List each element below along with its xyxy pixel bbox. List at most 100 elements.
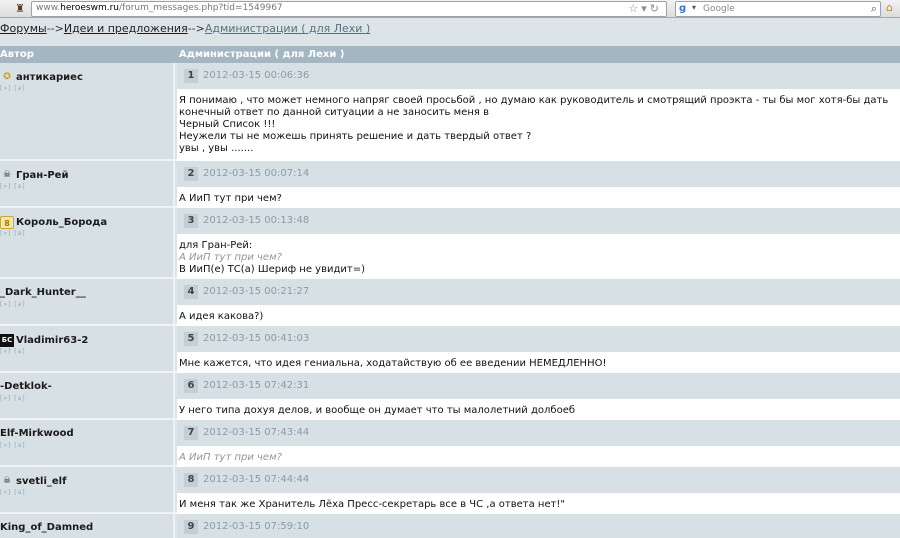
author-name[interactable]: ☠ Гран-Рей [0, 169, 69, 182]
post-author: Elf-Mirkwood [»] [a] [0, 420, 175, 465]
post-content: 4 2012-03-15 00:21:27 А идея какова?) [177, 279, 900, 327]
quote-text: А ИиП тут при чем? [179, 252, 282, 263]
post-header: 1 2012-03-15 00:06:36 [177, 63, 900, 89]
post-row: ✪ антикариес [»] [a] 1 2012-03-15 00:06:3… [0, 63, 900, 161]
post-header: 5 2012-03-15 00:41:03 [177, 326, 900, 352]
post-body: Я понимаю , что может немного напряг сво… [177, 89, 900, 161]
breadcrumb: Форумы-->Идеи и предложения-->Администра… [0, 22, 371, 35]
author-links[interactable]: [»] [a] [0, 230, 26, 237]
author-name[interactable]: -Detklok- [0, 381, 52, 392]
author-links[interactable]: [»] [a] [0, 442, 26, 449]
clan-badge-icon: БС [0, 334, 14, 347]
author-name[interactable]: King_of_Damned [0, 522, 93, 533]
clan-badge-icon: ✪ [3, 72, 11, 82]
breadcrumb-ideas[interactable]: Идеи и предложения [64, 22, 188, 35]
post-header: 2 2012-03-15 00:07:14 [177, 161, 900, 187]
post-date: 2012-03-15 00:21:27 [203, 286, 310, 297]
post-date: 2012-03-15 00:41:03 [203, 333, 310, 344]
author-name[interactable]: _Dark_Hunter__ [0, 287, 86, 298]
post-header: 9 2012-03-15 07:59:10 [177, 514, 900, 538]
column-topic: Администрации ( для Лехи ) [179, 49, 345, 60]
post-row: _Dark_Hunter__ [»] [a] 4 2012-03-15 00:2… [0, 279, 900, 327]
address-bar[interactable]: www.heroeswm.ru/forum_messages.php?tid=1… [31, 1, 667, 17]
post-number[interactable]: 1 [184, 69, 198, 83]
post-header: 8 2012-03-15 07:44:44 [177, 467, 900, 493]
author-links[interactable]: [»] [a] [0, 489, 26, 496]
home-icon[interactable]: ⌂ [886, 1, 893, 14]
post-date: 2012-03-15 00:13:48 [203, 215, 310, 226]
reload-icon[interactable]: ↻ [650, 2, 662, 15]
post-content: 8 2012-03-15 07:44:44 И меня так же Хран… [177, 467, 900, 515]
post-row: ☠ svetli_elf [»] [a] 8 2012-03-15 07:44:4… [0, 467, 900, 515]
post-date: 2012-03-15 00:06:36 [203, 70, 310, 81]
author-name[interactable]: ☠ svetli_elf [0, 475, 67, 488]
breadcrumb-topic[interactable]: Администрации ( для Лехи ) [205, 22, 370, 35]
search-input[interactable]: Google [703, 4, 735, 14]
post-content: 6 2012-03-15 07:42:31 У него типа дохуя … [177, 373, 900, 421]
search-bar[interactable]: g ▾ Google ⌕ [675, 1, 881, 17]
column-author: Автор [0, 49, 34, 60]
post-date: 2012-03-15 00:07:14 [203, 168, 310, 179]
post-number[interactable]: 3 [184, 214, 198, 228]
post-author: ☠ Гран-Рей [»] [a] [0, 161, 175, 206]
author-links[interactable]: [»] [a] [0, 348, 26, 355]
post-header: 7 2012-03-15 07:43:44 [177, 420, 900, 446]
post-date: 2012-03-15 07:42:31 [203, 380, 310, 391]
post-body: А идея какова?) [177, 305, 900, 327]
post-body: И меня так же Хранитель Лёха Пресс-секре… [177, 493, 900, 515]
clan-badge-icon: 8 [0, 216, 14, 229]
post-author: -Detklok- [»] [a] [0, 373, 175, 418]
author-links[interactable]: [»] [a] [0, 183, 26, 190]
post-date: 2012-03-15 07:44:44 [203, 474, 310, 485]
post-row: БС Vladimir63-2 [»] [a] 5 2012-03-15 00:4… [0, 326, 900, 374]
engine-dropdown-icon[interactable]: ▾ [692, 3, 696, 12]
post-content: 9 2012-03-15 07:59:10 [177, 514, 900, 538]
dropdown-arrow-icon[interactable]: ▾ [641, 2, 650, 15]
post-date: 2012-03-15 07:43:44 [203, 427, 310, 438]
post-header: 6 2012-03-15 07:42:31 [177, 373, 900, 399]
post-number[interactable]: 9 [184, 520, 198, 534]
post-body: А ИиП тут при чем? [177, 446, 900, 468]
author-name[interactable]: ✪ антикариес [0, 71, 83, 84]
author-name[interactable]: 8 Король_Борода [0, 216, 107, 229]
post-number[interactable]: 5 [184, 332, 198, 346]
post-number[interactable]: 2 [184, 167, 198, 181]
post-body: А ИиП тут при чем? [177, 187, 900, 209]
post-number[interactable]: 8 [184, 473, 198, 487]
author-links[interactable]: [»] [a] [0, 85, 26, 92]
post-content: 1 2012-03-15 00:06:36 Я понимаю , что мо… [177, 63, 900, 161]
google-engine-icon[interactable]: g [679, 3, 691, 15]
author-name[interactable]: БС Vladimir63-2 [0, 334, 88, 347]
post-number[interactable]: 7 [184, 426, 198, 440]
post-row: -Detklok- [»] [a] 6 2012-03-15 07:42:31 … [0, 373, 900, 421]
post-number[interactable]: 4 [184, 285, 198, 299]
browser-toolbar: ♜ www.heroeswm.ru/forum_messages.php?tid… [0, 0, 900, 18]
bookmark-star-icon[interactable]: ☆ [628, 2, 641, 15]
post-header: 4 2012-03-15 00:21:27 [177, 279, 900, 305]
clan-badge-icon: ☠ [2, 476, 12, 486]
post-row: ☠ Гран-Рей [»] [a] 2 2012-03-15 00:07:14 … [0, 161, 900, 209]
breadcrumb-forums[interactable]: Форумы [0, 22, 47, 35]
author-name[interactable]: Elf-Mirkwood [0, 428, 74, 439]
post-content: 5 2012-03-15 00:41:03 Мне кажется, что и… [177, 326, 900, 374]
quote-text: А ИиП тут при чем? [179, 452, 282, 463]
post-row: 8 Король_Борода [»] [a] 3 2012-03-15 00:1… [0, 208, 900, 279]
post-number[interactable]: 6 [184, 379, 198, 393]
author-links[interactable]: [»] [a] [0, 395, 26, 402]
post-row: Elf-Mirkwood [»] [a] 7 2012-03-15 07:43:… [0, 420, 900, 468]
post-author: ☠ svetli_elf [»] [a] [0, 467, 175, 512]
posts-list: ✪ антикариес [»] [a] 1 2012-03-15 00:06:3… [0, 63, 900, 538]
author-links[interactable]: [»] [a] [0, 301, 26, 308]
post-content: 7 2012-03-15 07:43:44 А ИиП тут при чем? [177, 420, 900, 468]
search-icon[interactable]: ⌕ [871, 2, 877, 16]
post-author: _Dark_Hunter__ [»] [a] [0, 279, 175, 324]
post-header: 3 2012-03-15 00:13:48 [177, 208, 900, 234]
site-favicon-icon: ♜ [15, 2, 25, 15]
post-content: 3 2012-03-15 00:13:48 для Гран-Рей: А Ии… [177, 208, 900, 279]
post-date: 2012-03-15 07:59:10 [203, 521, 310, 532]
clan-badge-icon: ☠ [2, 170, 12, 180]
post-body: для Гран-Рей: А ИиП тут при чем? В ИиП(е… [177, 234, 900, 279]
post-row: King_of_Damned 9 2012-03-15 07:59:10 [0, 514, 900, 538]
post-author: 8 Король_Борода [»] [a] [0, 208, 175, 277]
post-body: У него типа дохуя делов, и вообще он дум… [177, 399, 900, 421]
